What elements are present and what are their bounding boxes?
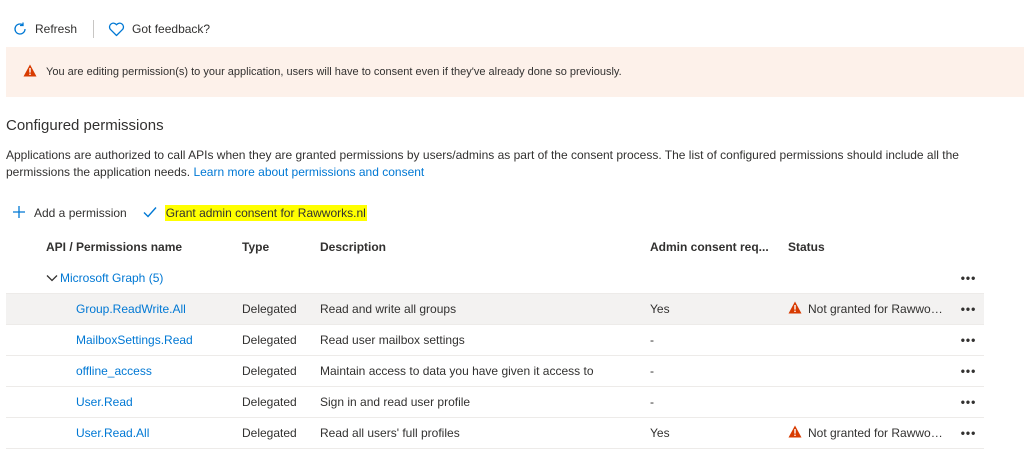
section-description: Applications are authorized to call APIs… bbox=[6, 147, 996, 181]
more-options-icon[interactable]: ••• bbox=[953, 333, 984, 347]
learn-more-link[interactable]: Learn more about permissions and consent bbox=[193, 165, 424, 179]
status-cell: Not granted for Rawwor... bbox=[788, 425, 953, 441]
table-row[interactable]: Group.ReadWrite.All Delegated Read and wri… bbox=[6, 294, 984, 325]
permission-description: Read and write all groups bbox=[320, 302, 457, 316]
permission-name-link[interactable]: Group.ReadWrite.All bbox=[76, 302, 186, 316]
add-permission-button[interactable]: Add a permission bbox=[12, 205, 127, 222]
status-text: Not granted for Rawwor... bbox=[808, 302, 944, 316]
permissions-table: API / Permissions name Type Description … bbox=[6, 232, 984, 449]
admin-consent-required: Yes bbox=[650, 426, 670, 440]
admin-consent-required: - bbox=[650, 364, 654, 378]
permission-type: Delegated bbox=[242, 426, 297, 440]
permission-name-link[interactable]: User.Read bbox=[76, 395, 133, 409]
permission-description: Read all users' full profiles bbox=[320, 426, 460, 440]
group-toggle[interactable]: Microsoft Graph (5) bbox=[6, 271, 953, 285]
status-text: Not granted for Rawwor... bbox=[808, 426, 944, 440]
more-options-icon[interactable]: ••• bbox=[953, 395, 984, 409]
more-options-icon[interactable]: ••• bbox=[953, 271, 984, 285]
plus-icon bbox=[12, 205, 26, 222]
more-options-icon[interactable]: ••• bbox=[953, 364, 984, 378]
grant-admin-consent-button[interactable]: Grant admin consent for Rawworks.nl bbox=[143, 205, 367, 221]
toolbar-divider bbox=[93, 20, 95, 38]
warning-icon bbox=[23, 64, 37, 80]
permission-type: Delegated bbox=[242, 302, 297, 316]
warning-icon bbox=[788, 425, 802, 441]
permission-type: Delegated bbox=[242, 333, 297, 347]
more-options-icon[interactable]: ••• bbox=[953, 426, 984, 440]
permission-description: Maintain access to data you have given i… bbox=[320, 364, 594, 378]
permission-name-link[interactable]: offline_access bbox=[76, 364, 152, 378]
refresh-label: Refresh bbox=[35, 22, 78, 36]
more-options-icon[interactable]: ••• bbox=[953, 302, 984, 316]
warning-text: You are editing permission(s) to your ap… bbox=[46, 66, 622, 78]
table-row[interactable]: User.Read Delegated Sign in and read user … bbox=[6, 387, 984, 418]
group-row-microsoft-graph: Microsoft Graph (5) ••• bbox=[6, 262, 984, 294]
permission-type: Delegated bbox=[242, 395, 297, 409]
header-description[interactable]: Description bbox=[320, 240, 650, 254]
admin-consent-required: - bbox=[650, 395, 654, 409]
group-label: Microsoft Graph (5) bbox=[60, 270, 164, 285]
admin-consent-required: - bbox=[650, 333, 654, 347]
header-type[interactable]: Type bbox=[242, 240, 320, 254]
section-title: Configured permissions bbox=[6, 117, 164, 134]
header-api[interactable]: API / Permissions name bbox=[6, 240, 242, 254]
header-admin-consent[interactable]: Admin consent req... bbox=[650, 240, 788, 254]
description-text: Applications are authorized to call APIs… bbox=[6, 148, 959, 179]
admin-consent-required: Yes bbox=[650, 302, 670, 316]
status-cell: Not granted for Rawwor... bbox=[788, 301, 953, 317]
heart-icon bbox=[108, 22, 125, 37]
permission-actions: Add a permission Grant admin consent for… bbox=[12, 202, 367, 224]
table-row[interactable]: MailboxSettings.Read Delegated Read user m… bbox=[6, 325, 984, 356]
warning-banner: You are editing permission(s) to your ap… bbox=[6, 47, 1024, 97]
feedback-button[interactable]: Got feedback? bbox=[108, 22, 210, 37]
permission-type: Delegated bbox=[242, 364, 297, 378]
table-header: API / Permissions name Type Description … bbox=[6, 232, 984, 262]
chevron-down-icon bbox=[46, 271, 58, 285]
permission-name-link[interactable]: User.Read.All bbox=[76, 426, 149, 440]
header-status[interactable]: Status bbox=[788, 240, 953, 254]
refresh-button[interactable]: Refresh bbox=[12, 21, 77, 37]
table-row[interactable]: offline_access Delegated Maintain access t… bbox=[6, 356, 984, 387]
permission-description: Sign in and read user profile bbox=[320, 395, 471, 409]
warning-icon bbox=[788, 301, 802, 317]
permission-description: Read user mailbox settings bbox=[320, 333, 465, 347]
add-permission-label: Add a permission bbox=[34, 206, 127, 220]
feedback-label: Got feedback? bbox=[132, 22, 211, 36]
checkmark-icon bbox=[143, 206, 157, 221]
grant-admin-consent-label: Grant admin consent for Rawworks.nl bbox=[164, 205, 367, 221]
permission-name-link[interactable]: MailboxSettings.Read bbox=[76, 333, 193, 347]
table-row[interactable]: User.Read.All Delegated Read all users' fu… bbox=[6, 418, 984, 449]
command-bar: Refresh Got feedback? bbox=[0, 14, 210, 44]
refresh-icon bbox=[12, 21, 28, 37]
